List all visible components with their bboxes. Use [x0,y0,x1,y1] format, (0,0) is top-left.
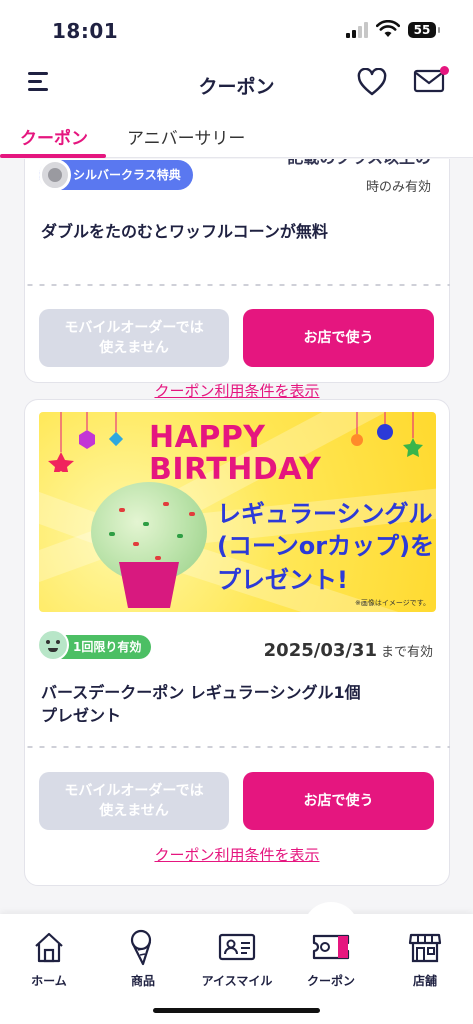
nav-coupon[interactable]: クーポン [284,928,378,989]
one-time-badge: 1回限り有効 [37,629,152,661]
mail-button[interactable] [413,66,449,98]
banner-title-happy: HAPPY [149,420,266,455]
nav-products[interactable]: 商品 [96,928,190,989]
terms-link[interactable]: クーポン利用条件を表示 [25,380,449,401]
expiry-date: 2025/03/31 まで有効 [263,640,433,661]
tab-anniversary[interactable]: アニバーサリー [127,124,245,149]
wifi-icon [376,20,400,37]
coupon-list[interactable]: シルバークラス特典 記載のクラス以上の 時のみ有効 ダブルをたのむとワッフルコー… [0,159,473,914]
silver-medal-icon [39,159,71,191]
use-in-store-button[interactable]: お店で使う [243,772,434,830]
validity-condition: 記載のクラス以上の [287,159,431,168]
badge-label: 1回限り有効 [73,640,142,654]
coupon-ticket-icon [312,934,350,960]
use-in-store-button[interactable]: お店で使う [243,309,434,367]
banner-image-note: ※画像はイメージです。 [354,599,430,607]
home-icon [35,932,63,963]
coupon-title: ダブルをたのむとワッフルコーンが無料 [41,222,328,241]
silver-class-badge: シルバークラス特典 [39,159,193,191]
tab-coupon[interactable]: クーポン [20,124,88,149]
ice-cream-cup-icon [119,562,179,608]
status-bar: 18:01 55 [0,0,473,56]
badge-label: シルバークラス特典 [73,168,181,182]
home-indicator [153,1008,320,1013]
banner-line-regular-single: レギュラーシングル [217,500,433,528]
perforation-divider [24,742,450,752]
favorite-heart-icon[interactable] [357,68,387,96]
clock: 18:01 [52,19,119,43]
banner-title-birthday: BIRTHDAY [149,452,322,487]
nav-home[interactable]: ホーム [2,928,96,989]
coupon-tabs: クーポン アニバーサリー [0,112,473,158]
mascot-icon [37,629,69,661]
mobile-order-disabled-button: モバイルオーダーでは 使えません [39,772,229,830]
battery-icon: 55 [408,22,440,38]
ice-cream-cone-icon [130,929,152,966]
validity-text: 時のみ有効 [365,180,431,195]
notification-dot [440,66,449,75]
banner-line-cone-or-cup: (コーンorカップ)を [217,532,435,560]
app-header: クーポン [0,56,473,112]
perforation-divider [24,280,450,290]
nav-store[interactable]: 店舗 [378,928,472,989]
terms-link[interactable]: クーポン利用条件を表示 [25,844,449,865]
nav-ice-mile[interactable]: アイスマイル [190,928,284,989]
coupon-card: シルバークラス特典 記載のクラス以上の 時のみ有効 ダブルをたのむとワッフルコー… [24,159,450,400]
coupon-title: バースデークーポン レギュラーシングル1個 プレゼント [41,683,361,725]
mobile-order-disabled-button: モバイルオーダーでは 使えません [39,309,229,367]
page-title: クーポン [198,76,275,98]
coupon-card: HAPPY BIRTHDAY レギュラーシングル (コーンorカップ)を プレゼ… [24,399,450,886]
cellular-signal-icon [346,22,368,38]
active-tab-indicator [0,154,106,158]
store-icon [408,933,442,963]
member-card-icon [218,933,256,961]
banner-line-present: プレゼント! [217,566,348,594]
birthday-banner-image: HAPPY BIRTHDAY レギュラーシングル (コーンorカップ)を プレゼ… [39,412,436,612]
